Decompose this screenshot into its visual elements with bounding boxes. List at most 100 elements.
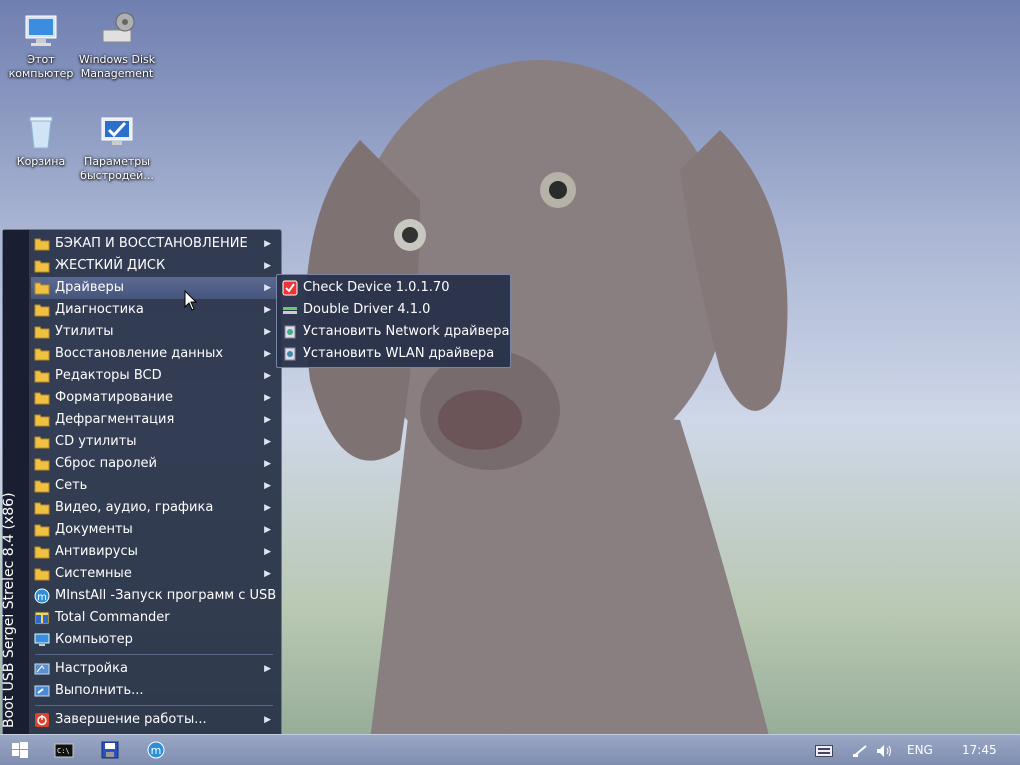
chevron-right-icon: ▶	[264, 547, 271, 557]
wallpaper-dog-image	[305, 60, 788, 740]
volume-icon[interactable]	[876, 735, 894, 765]
folder-icon	[34, 280, 50, 296]
chevron-right-icon: ▶	[264, 305, 271, 315]
menu-item-password-reset[interactable]: Сброс паролей ▶	[31, 453, 279, 475]
menu-item-data-recovery[interactable]: Восстановление данных ▶	[31, 343, 279, 365]
install-driver-icon	[282, 346, 298, 362]
menu-item-shutdown[interactable]: Завершение работы... ▶	[31, 709, 279, 731]
minstall-icon: m	[147, 741, 165, 759]
minstall-icon: m	[34, 588, 50, 604]
chevron-right-icon: ▶	[264, 525, 271, 535]
check-device-icon	[282, 280, 298, 296]
keyboard-icon[interactable]	[815, 735, 833, 765]
network-icon[interactable]	[852, 735, 868, 765]
menu-item-run[interactable]: Выполнить...	[31, 680, 279, 702]
performance-settings-icon	[97, 112, 137, 152]
menu-item-documents[interactable]: Документы ▶	[31, 519, 279, 541]
computer-icon	[34, 632, 50, 648]
menu-item-video-audio-graphics[interactable]: Видео, аудио, графика ▶	[31, 497, 279, 519]
chevron-right-icon: ▶	[264, 664, 271, 674]
folder-icon	[34, 522, 50, 538]
chevron-right-icon: ▶	[264, 239, 271, 249]
clock[interactable]: 17:45	[962, 735, 997, 765]
menu-separator	[35, 654, 273, 655]
taskbar-minstall-button[interactable]: m	[146, 740, 168, 760]
folder-icon	[34, 390, 50, 406]
start-menu-side-strip: Boot USB Sergei Strelec 8.4 (x86)	[1, 230, 29, 736]
mouse-cursor-icon	[184, 290, 198, 311]
total-commander-icon	[34, 610, 50, 626]
taskbar-save-button[interactable]	[100, 740, 122, 760]
chevron-right-icon: ▶	[264, 569, 271, 579]
menu-item-diagnostics[interactable]: Диагностика ▶	[31, 299, 279, 321]
menu-item-cd-utilities[interactable]: CD утилиты ▶	[31, 431, 279, 453]
folder-icon	[34, 478, 50, 494]
chevron-right-icon: ▶	[264, 503, 271, 513]
menu-item-drivers[interactable]: Драйверы ▶	[31, 277, 279, 299]
menu-separator	[35, 705, 273, 706]
start-menu-list: БЭКАП И ВОССТАНОВЛЕНИЕ ▶ ЖЕСТКИЙ ДИСК ▶ Др…	[31, 233, 279, 731]
drivers-submenu: Check Device 1.0.1.70 Double Driver 4.1.…	[276, 274, 511, 368]
submenu-item-check-device[interactable]: Check Device 1.0.1.70	[279, 277, 508, 299]
svg-text:m: m	[151, 744, 162, 757]
desktop-icon-disk-management[interactable]: Windows Disk Management	[78, 10, 156, 81]
chevron-right-icon: ▶	[264, 371, 271, 381]
taskbar: C:\ m ENG 17:45	[0, 734, 1020, 765]
desktop-icon-this-computer[interactable]: Этот компьютер	[2, 10, 80, 81]
desktop-icon-recycle-bin[interactable]: Корзина	[2, 112, 80, 169]
install-driver-icon	[282, 324, 298, 340]
chevron-right-icon: ▶	[264, 481, 271, 491]
start-icon	[12, 742, 28, 758]
disk-management-icon	[97, 10, 137, 50]
menu-item-antivirus[interactable]: Антивирусы ▶	[31, 541, 279, 563]
folder-icon	[34, 302, 50, 318]
menu-item-minstall[interactable]: m MInstAll -Запуск программ с USB	[31, 585, 279, 607]
menu-item-total-commander[interactable]: Total Commander	[31, 607, 279, 629]
folder-icon	[34, 566, 50, 582]
desktop-icon-performance-settings[interactable]: Параметры быстродей...	[78, 112, 156, 183]
submenu-item-install-wlan-drivers[interactable]: Установить WLAN драйвера	[279, 343, 508, 365]
folder-icon	[34, 368, 50, 384]
folder-icon	[34, 500, 50, 516]
cmd-icon: C:\	[54, 743, 74, 758]
svg-text:C:\: C:\	[57, 747, 70, 755]
folder-icon	[34, 346, 50, 362]
chevron-right-icon: ▶	[264, 261, 271, 271]
folder-icon	[34, 434, 50, 450]
menu-item-formatting[interactable]: Форматирование ▶	[31, 387, 279, 409]
folder-icon	[34, 412, 50, 428]
computer-icon	[21, 10, 61, 50]
folder-icon	[34, 544, 50, 560]
start-button[interactable]	[10, 740, 32, 760]
taskbar-cmd-button[interactable]: C:\	[54, 740, 76, 760]
start-menu: Boot USB Sergei Strelec 8.4 (x86) БЭКАП …	[1, 229, 282, 737]
menu-item-network[interactable]: Сеть ▶	[31, 475, 279, 497]
chevron-right-icon: ▶	[264, 327, 271, 337]
menu-item-backup[interactable]: БЭКАП И ВОССТАНОВЛЕНИЕ ▶	[31, 233, 279, 255]
svg-text:m: m	[37, 592, 47, 603]
chevron-right-icon: ▶	[264, 283, 271, 293]
double-driver-icon	[282, 302, 298, 318]
folder-icon	[34, 258, 50, 274]
folder-icon	[34, 456, 50, 472]
chevron-right-icon: ▶	[264, 459, 271, 469]
menu-item-defragmentation[interactable]: Дефрагментация ▶	[31, 409, 279, 431]
menu-item-utilities[interactable]: Утилиты ▶	[31, 321, 279, 343]
language-indicator[interactable]: ENG	[907, 735, 933, 765]
start-menu-side-label: Boot USB Sergei Strelec 8.4 (x86)	[1, 492, 17, 728]
chevron-right-icon: ▶	[264, 349, 271, 359]
save-icon	[101, 741, 119, 759]
menu-item-system[interactable]: Системные ▶	[31, 563, 279, 585]
submenu-item-install-network-drivers[interactable]: Установить Network драйвера	[279, 321, 509, 343]
submenu-item-double-driver[interactable]: Double Driver 4.1.0	[279, 299, 508, 321]
chevron-right-icon: ▶	[264, 415, 271, 425]
folder-icon	[34, 324, 50, 340]
menu-item-computer[interactable]: Компьютер	[31, 629, 279, 651]
chevron-right-icon: ▶	[264, 393, 271, 403]
menu-item-hard-disk[interactable]: ЖЕСТКИЙ ДИСК ▶	[31, 255, 279, 277]
menu-item-settings[interactable]: Настройка ▶	[31, 658, 279, 680]
power-icon	[34, 712, 50, 728]
chevron-right-icon: ▶	[264, 715, 271, 725]
recycle-bin-icon	[21, 112, 61, 152]
menu-item-bcd-editors[interactable]: Редакторы BCD ▶	[31, 365, 279, 387]
